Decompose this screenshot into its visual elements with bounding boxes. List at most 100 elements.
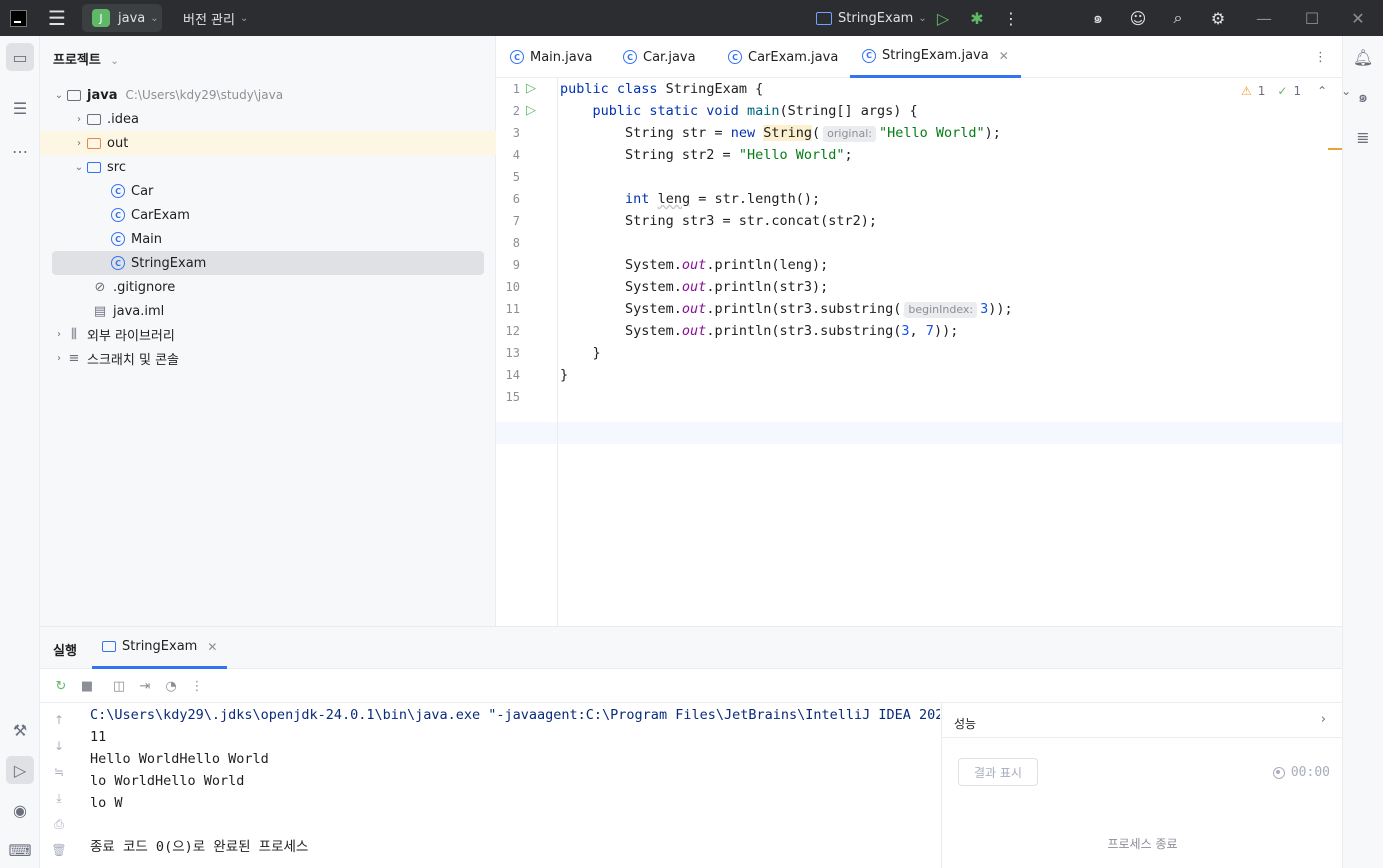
trash-icon[interactable]: 🗑︎ [50, 841, 68, 859]
tree-item-gitignore[interactable]: ⊘ .gitignore [52, 275, 484, 299]
code-line: } [560, 345, 601, 361]
build-tool-icon[interactable]: ⚒ [6, 716, 34, 744]
chevron-down-icon[interactable]: ⌄ [72, 162, 86, 173]
code-line: System.out.println(leng); [560, 257, 829, 273]
library-icon: ⫼ [71, 326, 77, 342]
show-results-button[interactable]: 결과 표시 [958, 758, 1038, 786]
tree-item-main[interactable]: C Main [52, 227, 484, 251]
stop-icon[interactable]: ■ [78, 677, 96, 695]
more-icon[interactable]: ⋮ [999, 0, 1023, 36]
structure-tool-icon[interactable]: ☰ [6, 94, 34, 122]
profiler-icon[interactable]: ◔ [162, 677, 180, 695]
tree-item-idea[interactable]: › .idea [52, 107, 484, 131]
runnable-class-icon: C [862, 48, 876, 63]
main-menu-icon[interactable]: ☰ [48, 0, 68, 36]
performance-panel: 성능 › 결과 표시 00:00 프로세스 종료 [941, 703, 1343, 868]
chevron-right-icon[interactable]: › [52, 353, 66, 364]
gear-icon[interactable]: ⚙ [1206, 0, 1230, 36]
terminal-tool-icon[interactable]: ⌨ [6, 836, 34, 864]
restore-layout-icon[interactable]: ⇥ [136, 677, 154, 695]
run-toolbar: ↻ ■ ◫ ⇥ ◔ ⋮ [40, 669, 1342, 703]
chevron-down-icon: ⌄ [150, 12, 159, 24]
tabs-more-icon[interactable]: ⋮ [1314, 36, 1327, 78]
project-badge: J [92, 9, 110, 27]
run-tool-icon[interactable]: ▷ [6, 756, 34, 784]
tree-item-src[interactable]: ⌄ src [52, 155, 484, 179]
tab-stringexam-java[interactable]: C StringExam.java ✕ [850, 36, 1021, 78]
run-tab-stringexam[interactable]: StringExam ✕ [92, 627, 228, 669]
close-icon[interactable]: ✕ [1346, 0, 1370, 36]
chevron-down-icon[interactable]: ⌄ [1341, 84, 1351, 98]
run-config-icon [816, 11, 832, 25]
tab-carexam-java[interactable]: C CarExam.java [728, 36, 838, 78]
chevron-down-icon[interactable]: ⌄ [52, 90, 66, 101]
tab-main-java[interactable]: C Main.java [510, 36, 592, 78]
tree-item-root[interactable]: ⌄ java C:\Users\kdy29\study\java [52, 83, 484, 107]
code-line: public static void main(String[] args) { [592, 103, 918, 119]
run-panel-title: 실행 [53, 644, 77, 659]
services-tool-icon[interactable]: ◉ [6, 796, 34, 824]
tree-item-scratches[interactable]: › ≡ 스크래치 및 콘솔 [52, 346, 484, 370]
code-line: int leng = str.length(); [625, 191, 821, 207]
ai-assistant-icon[interactable]: ๑ [1349, 83, 1377, 111]
left-tool-strip: ▭ ☰ … ⚒ ▷ ◉ ⌨ [0, 36, 40, 868]
soft-wrap-icon[interactable]: ≒ [50, 763, 68, 781]
console-line: lo WorldHello World [90, 773, 245, 789]
arrow-down-icon[interactable]: ↓ [50, 737, 68, 755]
chevron-right-icon[interactable]: › [1321, 712, 1326, 727]
arrow-up-icon[interactable]: ↑ [50, 711, 68, 729]
run-panel: 실행 StringExam ✕ ↻ ■ ◫ ⇥ ◔ ⋮ ↑ ↓ ≒ ⤓ ⎙ 🗑︎… [40, 626, 1343, 868]
tree-item-external-libraries[interactable]: › ⫼ 외부 라이브러리 [52, 322, 484, 346]
chevron-down-icon: ⌄ [239, 12, 249, 24]
app-logo-icon[interactable] [10, 0, 28, 36]
code-line: String str = new String(original: "Hello … [560, 125, 1001, 142]
debug-icon[interactable]: ✱ [965, 0, 989, 36]
close-icon[interactable]: ✕ [207, 640, 217, 654]
folder-icon [86, 111, 102, 127]
console-line: 종료 코드 0(으)로 완료된 프로세스 [90, 839, 309, 855]
chevron-right-icon[interactable]: › [72, 138, 86, 149]
console-output[interactable]: C:\Users\kdy29\.jdks\openjdk-24.0.1\bin\… [90, 703, 940, 868]
performance-title: 성능 [954, 717, 977, 731]
tree-item-car[interactable]: C Car [52, 179, 484, 203]
runnable-class-icon: C [728, 50, 742, 64]
chevron-right-icon[interactable]: › [52, 329, 66, 340]
minimize-icon[interactable]: — [1252, 0, 1276, 36]
chevron-down-icon: ⌄ [918, 12, 927, 24]
project-tool-icon[interactable]: ▭ [6, 43, 34, 71]
camera-icon[interactable]: ◫ [110, 677, 128, 695]
add-user-icon[interactable]: ☺ [1126, 0, 1150, 36]
code-line: public class StringExam { [560, 81, 764, 97]
vcs-label: 버전 관리 [183, 12, 235, 28]
rerun-icon[interactable]: ↻ [52, 677, 70, 695]
runnable-class-icon: C [110, 231, 126, 247]
more-icon[interactable]: ⋮ [188, 677, 206, 695]
scrollbar-warning-marker[interactable] [1328, 148, 1342, 150]
code-area[interactable]: public class StringExam { public static … [496, 78, 1342, 626]
ai-assistant-icon[interactable]: ๑ [1086, 0, 1110, 36]
project-panel-title[interactable]: 프로젝트 ⌄ [53, 49, 119, 68]
tree-item-java-iml[interactable]: ▤ java.iml [52, 299, 484, 323]
database-icon[interactable]: ≣ [1349, 123, 1377, 151]
tree-item-carexam[interactable]: C CarExam [52, 203, 484, 227]
code-line: String str3 = str.concat(str2); [560, 213, 877, 229]
search-icon[interactable]: ⌕ [1166, 0, 1190, 36]
editor-tabs: C Main.java C Car.java C CarExam.java C … [496, 36, 1342, 78]
scroll-to-end-icon[interactable]: ⤓ [50, 789, 68, 807]
close-icon[interactable]: ✕ [999, 49, 1009, 63]
project-switcher[interactable]: J java ⌄ [82, 4, 162, 32]
title-bar: ☰ J java ⌄ 버전 관리 ⌄ StringExam ⌄ ▷ ✱ ⋮ ๑ … [0, 0, 1383, 36]
maximize-icon[interactable]: ☐ [1300, 0, 1324, 36]
run-config-selector[interactable]: StringExam ⌄ [816, 0, 927, 36]
timer: 00:00 [1272, 765, 1330, 780]
more-tools-icon[interactable]: … [6, 133, 34, 161]
tree-item-out[interactable]: › out [40, 131, 496, 155]
vcs-menu[interactable]: 버전 관리 ⌄ [183, 0, 248, 36]
console-line: C:\Users\kdy29\.jdks\openjdk-24.0.1\bin\… [90, 707, 940, 723]
tree-item-stringexam[interactable]: C StringExam [52, 251, 484, 275]
notifications-icon[interactable]: 🔔︎ [1349, 43, 1377, 71]
chevron-right-icon[interactable]: › [72, 114, 86, 125]
print-icon[interactable]: ⎙ [50, 815, 68, 833]
run-icon[interactable]: ▷ [931, 0, 955, 36]
tab-car-java[interactable]: C Car.java [623, 36, 696, 78]
